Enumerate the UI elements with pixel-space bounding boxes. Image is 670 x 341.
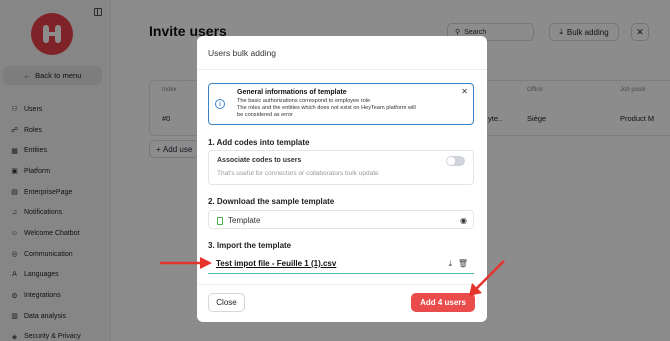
info-callout: i General informations of template The b… [208,83,474,125]
spreadsheet-file-icon [217,217,223,225]
section-title-download: 2. Download the sample template [208,197,335,206]
template-download-row[interactable]: Template ◉ [208,210,474,229]
imported-file-name[interactable]: Test impot file - Feuille 1 (1).csv [216,259,336,268]
modal-title: Users bulk adding [208,48,277,58]
info-line: be considered as error [237,112,293,118]
section-title-add-codes: 1. Add codes into template [208,138,310,147]
info-line: The roles and the entities which does no… [237,105,416,111]
associate-codes-label: Associate codes to users [217,157,302,164]
bulk-adding-modal: Users bulk adding i General informations… [197,36,487,322]
close-icon[interactable]: ✕ [461,87,468,96]
app: ← Back to menu ⚇ Users ☍ Roles ▦ Entities ▣… [0,0,670,341]
associate-codes-toggle[interactable] [446,156,465,166]
annotation-arrow-right [469,260,505,296]
section-title-import: 3. Import the template [208,241,292,250]
associate-codes-help: That's useful for connectors or collabor… [217,170,379,177]
eye-icon[interactable]: ◉ [460,216,467,225]
close-button[interactable]: Close [208,293,245,312]
modal-body: i General informations of template The b… [197,69,487,285]
info-line: The basic authorizations correspond to e… [237,98,371,104]
template-label: Template [228,216,261,225]
associate-codes-card: Associate codes to users That's useful f… [208,150,474,185]
download-icon[interactable]: ⤓ [448,259,452,269]
annotation-arrow-left [160,257,212,269]
info-icon: i [215,99,225,109]
imported-file-row: Test impot file - Feuille 1 (1).csv ⤓ 🗑 [208,256,474,274]
info-title: General informations of template [237,89,347,96]
